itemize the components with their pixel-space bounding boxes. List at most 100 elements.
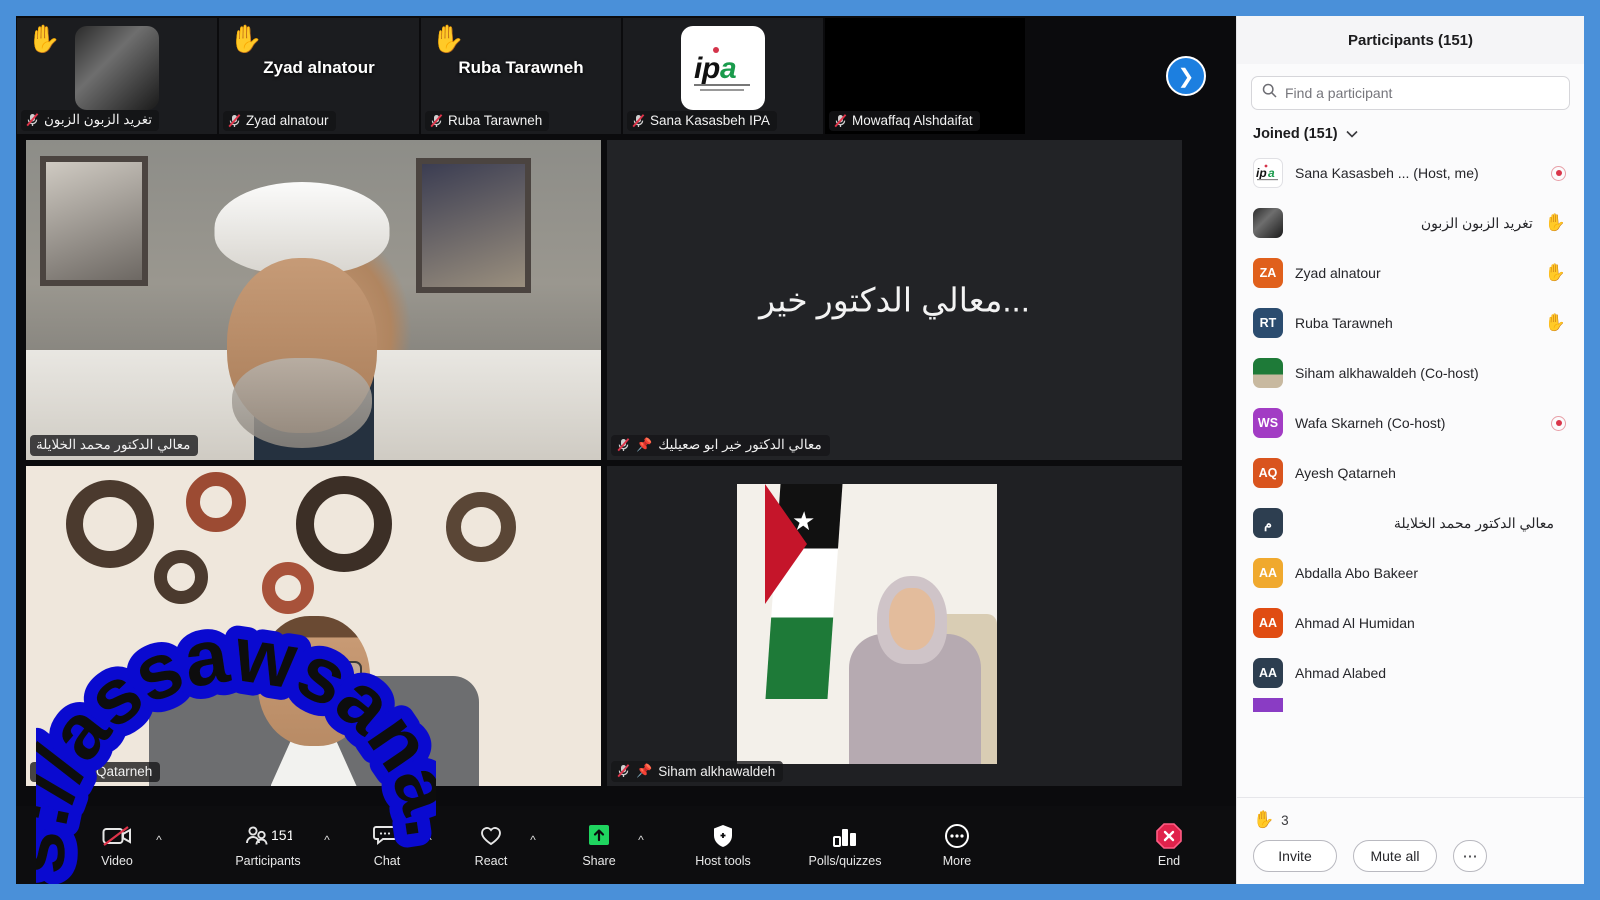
name-text: معالي الدكتور محمد الخلايلة xyxy=(36,437,191,452)
end-call-icon xyxy=(1154,822,1184,850)
filmstrip-name-label: تغريد الزبون الزبون xyxy=(21,110,159,131)
chevron-right-icon: ❯ xyxy=(1177,65,1195,88)
avatar-initials: AA xyxy=(1258,666,1278,680)
video-tile-khalayleh[interactable]: معالي الدكتور محمد الخلايلة xyxy=(26,140,601,460)
video-tile-display-name: ...معالي الدكتور خير xyxy=(759,281,1030,319)
filmstrip-tile[interactable]: ✋ Zyad alnatour Zyad alnatour xyxy=(219,18,419,134)
participant-row[interactable]: RT Ruba Tarawneh ✋ xyxy=(1243,298,1578,348)
share-screen-button[interactable]: Share xyxy=(568,813,630,877)
avatar: AA xyxy=(1253,658,1283,688)
participant-name: Wafa Skarneh (Co-host) xyxy=(1295,415,1446,431)
mic-muted-icon xyxy=(834,113,847,128)
more-options-button[interactable]: ⋯ xyxy=(1453,840,1487,872)
chevron-down-icon[interactable] xyxy=(1346,126,1358,142)
video-feed xyxy=(26,140,601,460)
name-text: Sana Kasasbeh IPA xyxy=(650,113,770,128)
search-participant-field[interactable] xyxy=(1251,76,1570,110)
chevron-up-icon: ^ xyxy=(530,833,536,847)
video-tile-qatarneh[interactable]: Ayesh Qatarneh xyxy=(26,466,601,786)
avatar-initials: ZA xyxy=(1259,266,1277,280)
avatar-initials: AA xyxy=(1258,566,1278,580)
raised-hand-icon: ✋ xyxy=(27,24,61,54)
video-options-caret[interactable]: ^ xyxy=(150,808,168,872)
share-options-caret[interactable]: ^ xyxy=(632,808,650,872)
button-label: More xyxy=(942,854,972,868)
joined-section-header[interactable]: Joined (151) xyxy=(1237,116,1584,148)
raised-hand-icon: ✋ xyxy=(1253,810,1275,829)
mic-muted-icon xyxy=(632,113,645,128)
video-tile-name-label: Ayesh Qatarneh xyxy=(30,762,161,782)
react-button[interactable]: React xyxy=(460,813,522,877)
participants-list[interactable]: ip a Sana Kasasbeh ... (Host, me) تغريد … xyxy=(1237,148,1584,797)
filmstrip-next-page-button[interactable]: ❯ xyxy=(1166,56,1206,96)
participant-row[interactable] xyxy=(1243,698,1578,712)
browser-frame: ✋ تغريد الزبون الزبون ✋ Zyad alnatour Zy… xyxy=(0,0,1600,900)
host-tools-button[interactable]: Host tools xyxy=(680,813,766,877)
more-button[interactable]: More xyxy=(926,813,988,877)
avatar: ZA xyxy=(1253,258,1283,288)
mic-muted-icon xyxy=(228,113,241,128)
avatar-initials: AQ xyxy=(1258,466,1278,480)
react-options-caret[interactable]: ^ xyxy=(524,808,542,872)
participant-filmstrip: ✋ تغريد الزبون الزبون ✋ Zyad alnatour Zy… xyxy=(16,16,1236,136)
filmstrip-tile[interactable]: ✋ Ruba Tarawneh Ruba Tarawneh xyxy=(421,18,621,134)
heart-icon xyxy=(477,822,505,850)
end-meeting-button[interactable]: End xyxy=(1138,813,1200,877)
button-label: Invite xyxy=(1278,848,1312,864)
participant-row[interactable]: ZA Zyad alnatour ✋ xyxy=(1243,248,1578,298)
participant-row[interactable]: AA Ahmad Al Humidan xyxy=(1243,598,1578,648)
mute-all-button[interactable]: Mute all xyxy=(1353,840,1437,872)
avatar: RT xyxy=(1253,308,1283,338)
filmstrip-name-label: Sana Kasasbeh IPA xyxy=(627,111,777,131)
participant-row[interactable]: WS Wafa Skarneh (Co-host) xyxy=(1243,398,1578,448)
video-stage: ✋ تغريد الزبون الزبون ✋ Zyad alnatour Zy… xyxy=(16,16,1236,884)
avatar xyxy=(1253,208,1283,238)
polls-quizzes-button[interactable]: Polls/quizzes xyxy=(792,813,898,877)
button-label: Share xyxy=(582,854,616,868)
filmstrip-name-label: Mowaffaq Alshdaifat xyxy=(829,111,980,131)
filmstrip-tile[interactable]: i p a Sana Kasasbeh IPA xyxy=(623,18,823,134)
participant-name: Ahmad Alabed xyxy=(1295,665,1387,681)
bar-chart-icon xyxy=(830,822,860,850)
button-label: Polls/quizzes xyxy=(808,854,882,868)
participants-panel: Participants (151) Joined (151) ip a xyxy=(1236,16,1584,884)
video-tile-siham[interactable]: 📌 Siham alkhawaldeh xyxy=(607,466,1182,786)
pin-icon: 📌 xyxy=(636,437,653,452)
participant-row[interactable]: Siham alkhawaldeh (Co-host) xyxy=(1243,348,1578,398)
button-label: React xyxy=(474,854,508,868)
panel-title: Participants (151) xyxy=(1237,16,1584,64)
filmstrip-tile[interactable]: Mowaffaq Alshdaifat xyxy=(825,18,1025,134)
filmstrip-tile[interactable]: ✋ تغريد الزبون الزبون xyxy=(17,18,217,134)
invite-button[interactable]: Invite xyxy=(1253,840,1337,872)
participant-row[interactable]: AQ Ayesh Qatarneh xyxy=(1243,448,1578,498)
mic-muted-icon xyxy=(617,764,630,778)
video-tile-abusaileek[interactable]: ...معالي الدكتور خير معالي الدكتور خير ا… xyxy=(607,140,1182,460)
search-icon xyxy=(1262,83,1277,103)
participant-row[interactable]: AA Ahmad Alabed xyxy=(1243,648,1578,698)
video-toggle-button[interactable]: Video xyxy=(86,813,148,877)
participants-options-caret[interactable]: ^ xyxy=(318,808,336,872)
filmstrip-name-label: Ruba Tarawneh xyxy=(425,111,550,131)
zoom-meeting-window: ✋ تغريد الزبون الزبون ✋ Zyad alnatour Zy… xyxy=(16,16,1584,884)
participant-row[interactable]: ip a Sana Kasasbeh ... (Host, me) xyxy=(1243,148,1578,198)
name-text: Ayesh Qatarneh xyxy=(55,764,153,779)
button-label: Host tools xyxy=(695,854,751,868)
joined-label: Joined (151) xyxy=(1253,126,1338,142)
participant-row[interactable]: AA Abdalla Abo Bakeer xyxy=(1243,548,1578,598)
chat-button[interactable]: Chat xyxy=(356,813,418,877)
avatar xyxy=(75,26,159,110)
video-tile-name-label: 📌 Siham alkhawaldeh xyxy=(611,761,784,782)
chevron-up-icon: ^ xyxy=(156,833,162,847)
button-label: Mute all xyxy=(1370,848,1420,864)
participant-name: Ayesh Qatarneh xyxy=(1295,465,1396,481)
video-tile-name-label: معالي الدكتور محمد الخلايلة xyxy=(30,435,199,456)
name-text: Mowaffaq Alshdaifat xyxy=(852,113,973,128)
button-label: Chat xyxy=(373,854,401,868)
mic-muted-icon xyxy=(430,113,443,128)
name-text: Siham alkhawaldeh xyxy=(658,763,776,779)
search-input[interactable] xyxy=(1285,85,1559,101)
participant-row[interactable]: تغريد الزبون الزبون ✋ xyxy=(1243,198,1578,248)
participants-button[interactable]: 151 Participants xyxy=(220,813,316,877)
chat-options-caret[interactable]: ^ xyxy=(420,808,438,872)
participant-row[interactable]: م معالي الدكتور محمد الخلايلة xyxy=(1243,498,1578,548)
